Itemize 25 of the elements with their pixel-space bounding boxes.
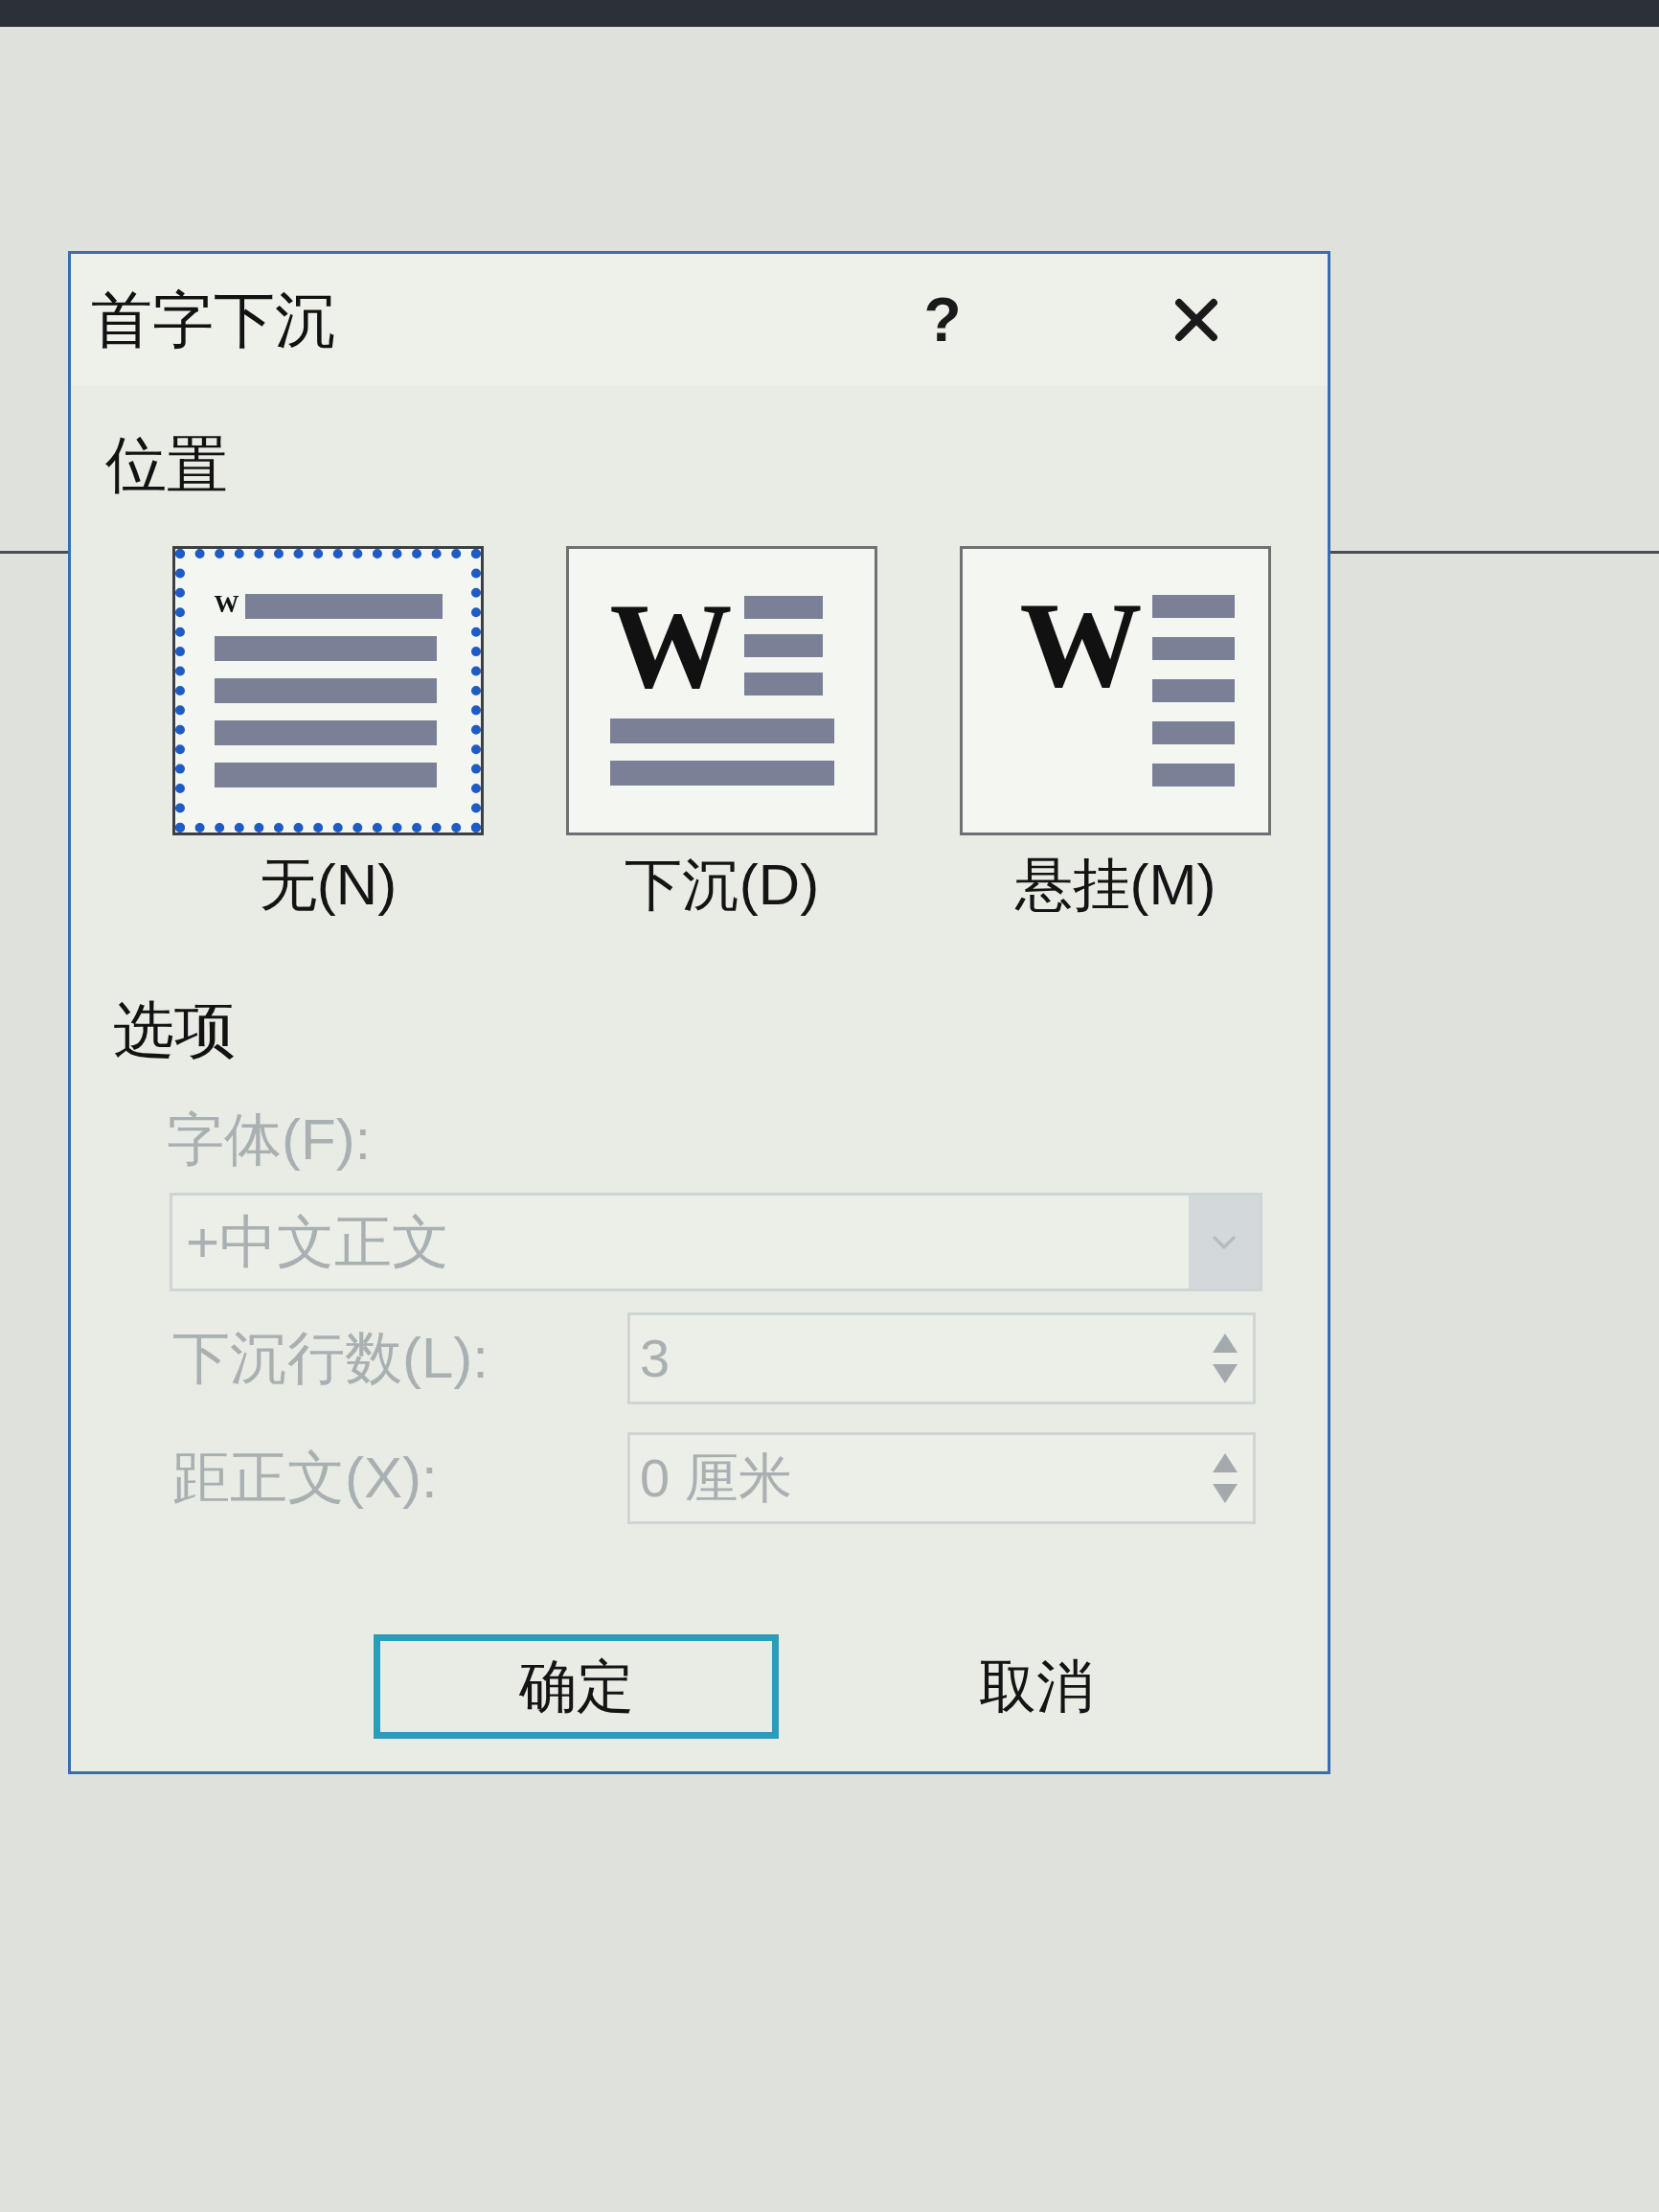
distance-label: 距正文(X): bbox=[172, 1446, 438, 1510]
option-label: 下沉(D) bbox=[624, 852, 820, 919]
drop-cap-letter: W bbox=[1019, 595, 1143, 695]
section-heading: 位置 bbox=[105, 429, 228, 501]
font-label: 字体(F): bbox=[167, 1107, 372, 1172]
drop-cap-option[interactable]: W bbox=[566, 546, 877, 835]
field-value: 3 bbox=[640, 1327, 671, 1390]
help-button[interactable]: ? bbox=[904, 277, 981, 363]
drop-cap-option[interactable]: W bbox=[172, 546, 484, 835]
drop-cap-letter: W bbox=[609, 596, 733, 696]
text-lines-icon bbox=[244, 594, 443, 619]
option-label: 无(N) bbox=[259, 852, 398, 919]
dialog-title: 首字下沉 bbox=[91, 285, 336, 356]
field-value: 0 厘米 bbox=[640, 1447, 793, 1510]
drop-cap-option[interactable]: W bbox=[960, 546, 1271, 835]
text-lines-icon bbox=[743, 596, 823, 696]
option-label: 悬挂(M) bbox=[1014, 852, 1216, 919]
section-heading: 选项 bbox=[113, 994, 236, 1066]
text-lines-icon bbox=[214, 636, 437, 787]
dialog-button[interactable]: 确定 bbox=[374, 1634, 779, 1739]
text-lines-icon bbox=[1151, 595, 1235, 787]
drop-cap-letter: W bbox=[214, 594, 239, 615]
field-value: +中文正文 bbox=[185, 1208, 451, 1276]
lines-to-drop-label: 下沉行数(L): bbox=[172, 1326, 489, 1390]
text-lines-icon bbox=[609, 718, 834, 786]
